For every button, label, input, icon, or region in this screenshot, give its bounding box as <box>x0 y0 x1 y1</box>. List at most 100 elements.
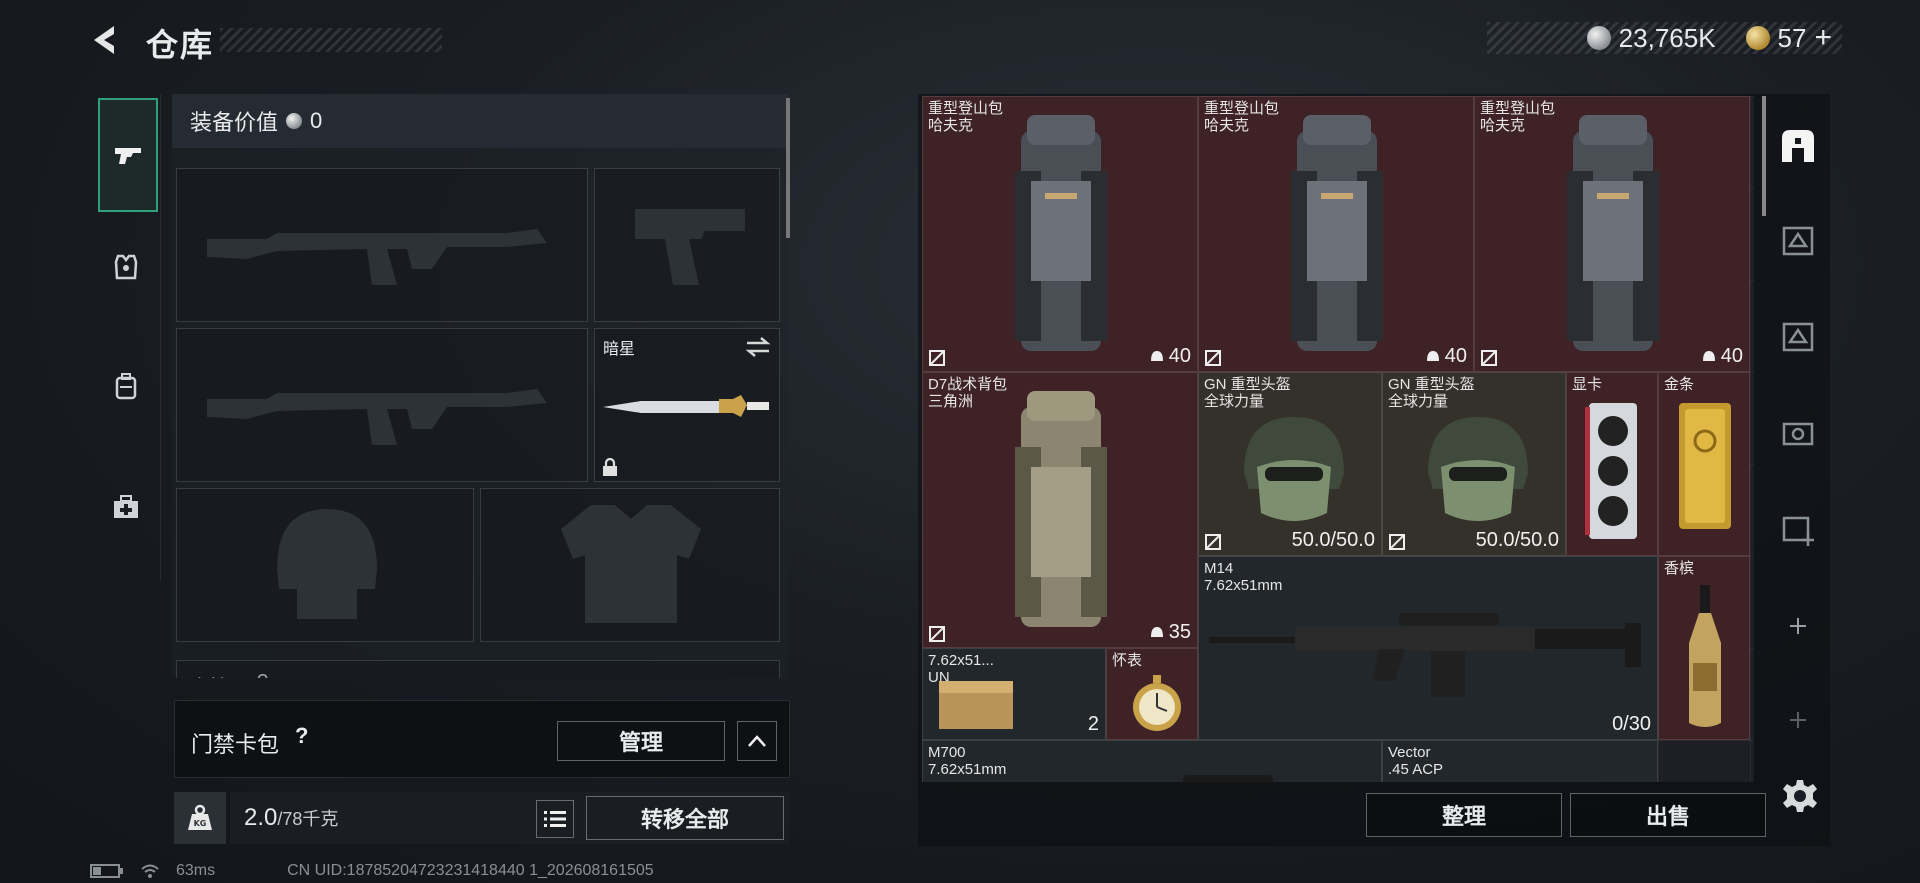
case-slot-3[interactable] <box>1770 392 1826 472</box>
gear-icon <box>1783 780 1817 812</box>
unsellable-icon <box>1205 350 1221 366</box>
list-icon <box>544 811 566 827</box>
rifle-image-icon <box>1209 613 1641 697</box>
stash-item[interactable]: 金条 <box>1658 372 1750 556</box>
item-name: 金条 <box>1664 376 1695 393</box>
add-case-button[interactable] <box>1770 586 1826 666</box>
silver-coin-icon <box>1586 26 1611 50</box>
helmet-small-icon <box>1150 350 1163 361</box>
gold-coin-icon <box>1745 26 1770 50</box>
tab-weapons[interactable] <box>98 98 158 212</box>
stash-item[interactable]: 重型登山包 哈夫克 40 <box>1198 96 1474 372</box>
backpack-image-icon <box>1567 115 1659 351</box>
manage-button[interactable]: 管理 <box>557 721 725 761</box>
helmet-small-icon <box>1150 626 1163 637</box>
add-case-button[interactable] <box>1770 680 1826 760</box>
ammo-box-image-icon <box>939 681 1013 729</box>
stash-item[interactable]: GN 重型头盔 全球力量 50.0/50.0 <box>1198 372 1382 556</box>
item-name: 重型登山包 哈夫克 <box>1480 100 1556 134</box>
sort-button[interactable]: 整理 <box>1366 793 1562 837</box>
unsellable-icon <box>929 626 945 642</box>
tier-4-add-case-icon <box>1782 516 1814 546</box>
equipment-scrollbar[interactable] <box>786 98 790 238</box>
title-decoration <box>220 28 442 52</box>
add-currency-button[interactable]: + <box>1814 21 1832 55</box>
tier-3-case-icon <box>1782 226 1814 256</box>
stash-item[interactable]: 重型登山包 哈夫克 40 <box>922 96 1198 372</box>
chest-rig-section: 胸挂 ? <box>176 660 780 678</box>
equipment-panel: 装备价值 0 暗星 <box>172 94 788 678</box>
help-button[interactable]: ? <box>295 723 319 753</box>
secondary-weapon-slot[interactable] <box>176 328 588 482</box>
knife-icon <box>603 395 769 417</box>
stash-item[interactable]: Vector .45 ACP <box>1382 740 1658 782</box>
case-slot-4[interactable] <box>1770 488 1826 568</box>
swap-icon[interactable] <box>745 335 771 359</box>
case-slot-2[interactable] <box>1770 296 1826 376</box>
wifi-icon <box>141 864 159 878</box>
rifle-silhouette-icon <box>207 389 547 445</box>
stash-scrollbar[interactable] <box>1762 96 1766 216</box>
collapse-button[interactable] <box>737 721 777 761</box>
pistol-slot[interactable] <box>594 168 780 322</box>
item-name: M14 7.62x51mm <box>1204 560 1283 594</box>
keycard-pack-bar: 门禁卡包 ? 管理 <box>174 700 790 778</box>
gold-balance: 57 <box>1777 22 1807 53</box>
svg-text:KG: KG <box>194 819 207 828</box>
list-view-button[interactable] <box>536 800 574 838</box>
sell-button[interactable]: 出售 <box>1570 793 1766 837</box>
stash-home-button[interactable] <box>1770 106 1826 186</box>
primary-weapon-slot[interactable] <box>176 168 588 322</box>
category-tabs <box>90 94 161 580</box>
user-uid: CN UID:18785204723231418440 1_2026081615… <box>287 862 654 879</box>
container-sidebar <box>1770 96 1826 846</box>
ping: 63ms <box>176 862 216 879</box>
melee-slot[interactable]: 暗星 <box>594 328 780 482</box>
helmet-small-icon <box>1702 350 1715 361</box>
armor-silhouette-icon <box>561 505 701 623</box>
back-button[interactable] <box>88 22 124 58</box>
stash-item[interactable]: D7战术背包 三角洲 35 <box>922 372 1198 648</box>
plus-icon <box>1790 712 1806 728</box>
pistol-silhouette-icon <box>635 209 745 285</box>
item-durability: 50.0/50.0 <box>1475 529 1559 551</box>
case-slot-1[interactable] <box>1770 200 1826 280</box>
settings-button[interactable] <box>1782 778 1818 814</box>
transfer-all-button[interactable]: 转移全部 <box>586 796 784 840</box>
tier-3-case-icon <box>1782 322 1814 352</box>
equipment-value-bar: 装备价值 0 <box>172 94 788 148</box>
armor-slot[interactable] <box>480 488 780 642</box>
unsellable-icon <box>1389 534 1405 550</box>
item-capacity: 40 <box>1425 345 1467 368</box>
helmet-image-icon <box>1244 417 1344 521</box>
stash-item[interactable]: 怀表 <box>1106 648 1198 740</box>
home-icon <box>1782 130 1814 162</box>
rifle-silhouette-icon <box>207 229 547 285</box>
helmet-silhouette-icon <box>277 509 377 619</box>
stash-item[interactable]: M14 7.62x51mm 0/30 <box>1198 556 1658 740</box>
tier-4-case-icon <box>1782 422 1814 446</box>
tab-armor[interactable] <box>98 212 154 322</box>
pocket-watch-image-icon <box>1133 675 1181 731</box>
item-capacity: 35 <box>1149 621 1191 644</box>
backpack-image-icon <box>1291 115 1383 351</box>
stash-item[interactable]: 重型登山包 哈夫克 40 <box>1474 96 1750 372</box>
backpack-icon <box>115 373 137 400</box>
back-arrow-icon <box>94 26 114 54</box>
page-title: 仓库 <box>146 27 215 63</box>
item-capacity: 40 <box>1701 345 1743 368</box>
stash-item[interactable]: 显卡 <box>1566 372 1658 556</box>
stash-item[interactable]: 香槟 <box>1658 556 1750 740</box>
armor-vest-icon <box>114 254 138 280</box>
silver-balance: 23,765K <box>1618 22 1716 53</box>
stash-item[interactable]: M700 7.62x51mm <box>922 740 1382 782</box>
helmet-slot[interactable] <box>176 488 474 642</box>
unsellable-icon <box>1481 350 1497 366</box>
tab-backpack[interactable] <box>98 332 154 442</box>
unsellable-icon <box>1205 534 1221 550</box>
item-name: 重型登山包 哈夫克 <box>928 100 1004 134</box>
chest-rig-value: ? <box>257 671 268 678</box>
tab-medkit[interactable] <box>98 452 154 562</box>
stash-item[interactable]: GN 重型头盔 全球力量 50.0/50.0 <box>1382 372 1566 556</box>
stash-item[interactable]: 7.62x51... UN 2 <box>922 648 1106 740</box>
